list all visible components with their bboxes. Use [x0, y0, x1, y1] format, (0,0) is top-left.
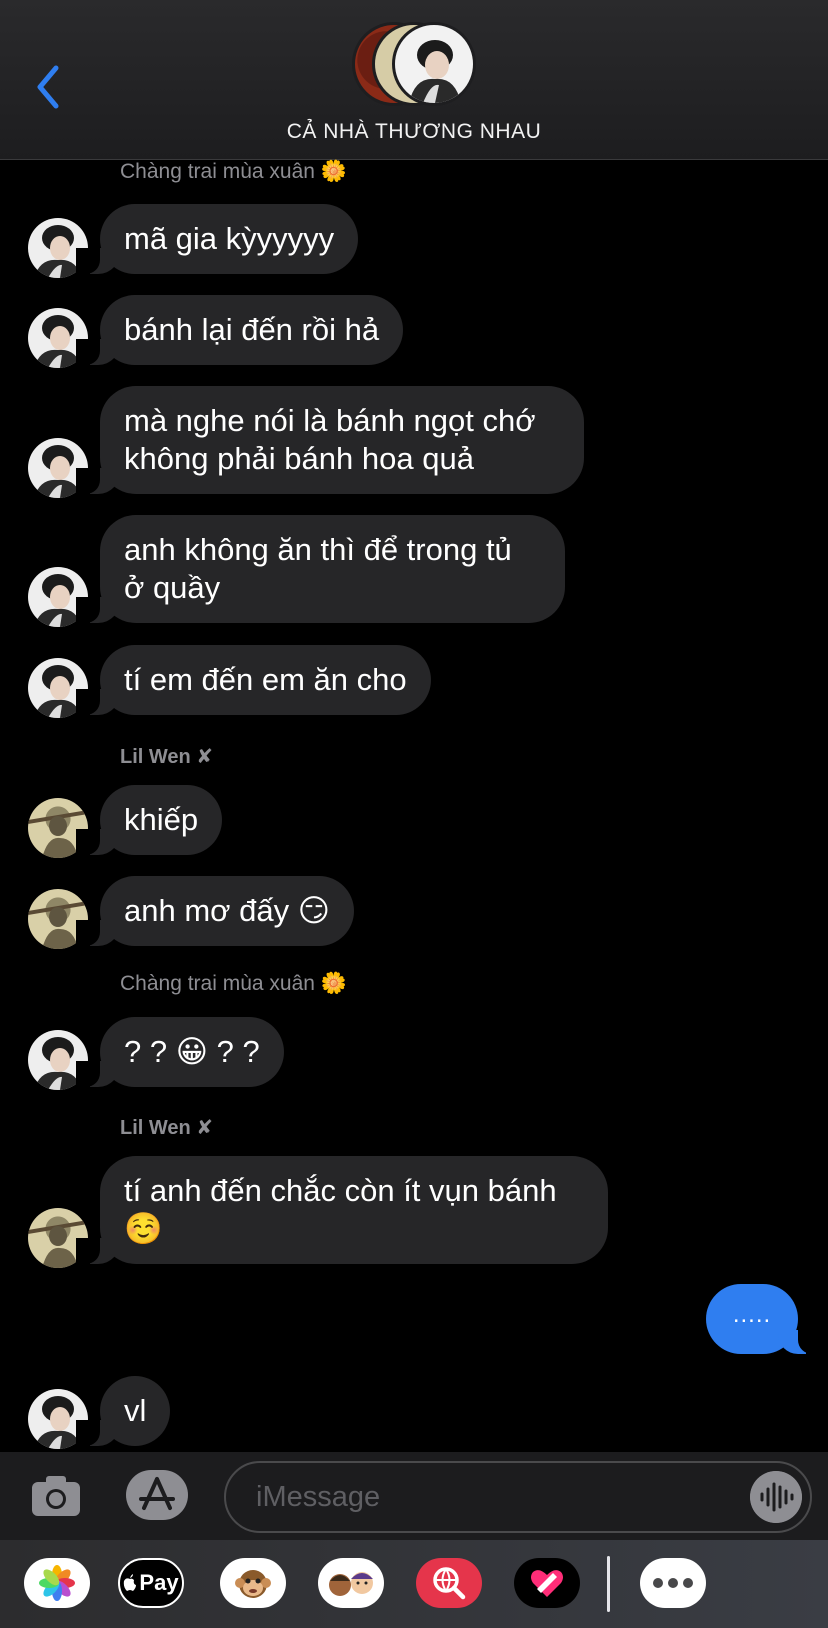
divider: [607, 1556, 610, 1612]
message-text-line: anh không ăn thì để trong tủ: [124, 532, 512, 567]
outgoing-message-bubble[interactable]: .....: [706, 1284, 822, 1354]
message-bubble[interactable]: anh mơ đấy 😏: [75, 876, 355, 946]
message-input[interactable]: iMessage: [224, 1461, 812, 1533]
chevron-left-icon[interactable]: [30, 62, 66, 112]
member-avatar: [392, 22, 476, 106]
message-text: ? ? 😀 ? ?: [124, 1034, 260, 1069]
message-bubble[interactable]: khiếp: [75, 785, 223, 855]
message-bubble[interactable]: mã gia kỳyyyyy: [75, 204, 359, 274]
message-bubble[interactable]: mà nghe nói là bánh ngọt chớ không phải …: [76, 386, 584, 494]
message-text-line: ☺️: [124, 1211, 163, 1246]
message-bubble[interactable]: vl: [75, 1376, 171, 1446]
app-drawer: Pay: [0, 1540, 828, 1628]
message-text-line: không phải bánh hoa quả: [124, 441, 474, 476]
message-bubble[interactable]: tí em đến em ăn cho: [76, 645, 431, 715]
message-input-placeholder: iMessage: [256, 1481, 381, 1513]
apple-pay-label: Pay: [139, 1570, 179, 1595]
animoji-app-icon[interactable]: [220, 1558, 286, 1608]
sender-name: Chàng trai mùa xuân 🌼: [120, 972, 347, 995]
group-avatar[interactable]: [352, 22, 482, 108]
message-text-line: tí anh đến chắc còn ít vụn bánh: [124, 1173, 557, 1208]
more-apps-icon[interactable]: [640, 1558, 706, 1608]
message-text: tí em đến em ăn cho: [124, 662, 407, 697]
compose-bar: iMessage: [0, 1452, 828, 1540]
message-text: mã gia kỳyyyyy: [124, 221, 335, 256]
apple-pay-app-icon[interactable]: Pay: [118, 1558, 184, 1608]
memoji-app-icon[interactable]: [318, 1558, 384, 1608]
photos-app-icon[interactable]: [24, 1558, 90, 1608]
message-bubble[interactable]: anh không ăn thì để trong tủ ở quầy: [76, 515, 565, 623]
conversation-title[interactable]: CẢ NHÀ THƯƠNG NHAU: [0, 120, 828, 144]
message-text: .....: [732, 1301, 772, 1328]
message-text-line: mà nghe nói là bánh ngọt chớ: [124, 403, 536, 438]
sender-name: Lil Wen ✘: [120, 746, 214, 768]
conversation-header: CẢ NHÀ THƯƠNG NHAU: [0, 0, 828, 160]
digital-touch-app-icon[interactable]: [514, 1558, 580, 1608]
message-text: vl: [124, 1393, 147, 1428]
app-store-icon[interactable]: [126, 1470, 190, 1520]
message-text: anh mơ đấy 😏: [124, 893, 331, 928]
message-bubble[interactable]: bánh lại đến rồi hả: [75, 295, 404, 365]
message-text: bánh lại đến rồi hả: [124, 312, 380, 347]
message-bubble[interactable]: tí anh đến chắc còn ít vụn bánh ☺️: [76, 1156, 608, 1264]
sender-name: Lil Wen ✘: [120, 1117, 214, 1139]
message-text: khiếp: [124, 802, 199, 837]
camera-icon[interactable]: [30, 1474, 82, 1518]
message-bubble[interactable]: ? ? 😀 ? ?: [76, 1017, 284, 1087]
web-search-app-icon[interactable]: [416, 1558, 482, 1608]
message-text-line: ở quầy: [124, 570, 221, 605]
waveform-icon[interactable]: [750, 1471, 802, 1523]
sender-name: Chàng trai mùa xuân 🌼: [120, 160, 347, 183]
apple-logo-icon: [124, 1574, 137, 1591]
